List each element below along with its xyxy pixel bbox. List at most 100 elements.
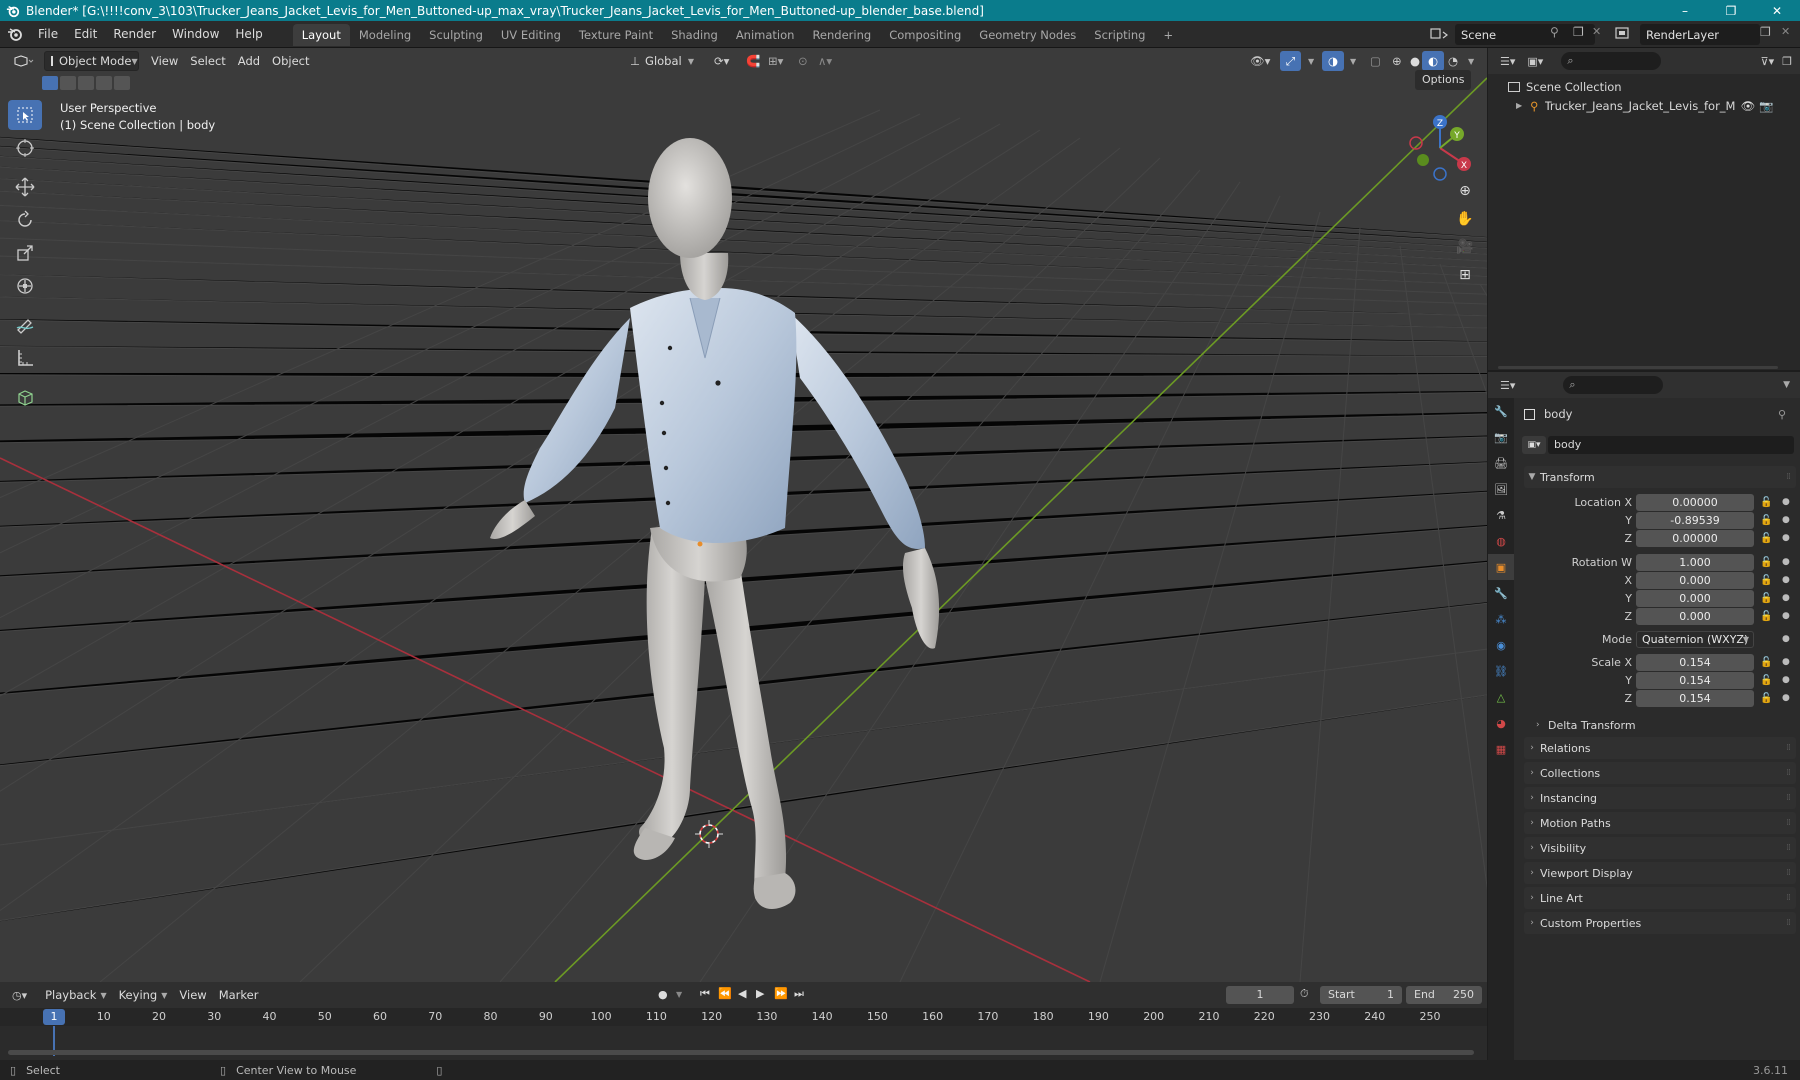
scale-tool[interactable] bbox=[8, 238, 42, 268]
lock-icon[interactable]: 🔓 bbox=[1760, 515, 1772, 526]
drag-grip-icon[interactable]: ⁞⁞ bbox=[1786, 843, 1791, 853]
timeline-menu-view[interactable]: View bbox=[173, 985, 212, 1005]
gizmo-dropdown-icon[interactable]: ▼ bbox=[1302, 51, 1320, 71]
shading-dropdown-icon[interactable]: ▼ bbox=[1462, 51, 1480, 71]
editor-type-button[interactable] bbox=[6, 51, 40, 71]
scale-y-field[interactable]: 0.154 bbox=[1636, 671, 1754, 689]
tool-tab-icon[interactable]: 🔧 bbox=[1488, 398, 1514, 424]
tab-geometry-nodes[interactable]: Geometry Nodes bbox=[970, 24, 1085, 46]
lock-icon[interactable]: 🔓 bbox=[1760, 675, 1772, 686]
tab-uv-editing[interactable]: UV Editing bbox=[492, 24, 570, 46]
tab-compositing[interactable]: Compositing bbox=[880, 24, 970, 46]
falloff-icon[interactable]: ∧▾ bbox=[812, 51, 838, 71]
location-y-field[interactable]: -0.89539 bbox=[1636, 511, 1754, 529]
material-shading-icon[interactable]: ◐ bbox=[1422, 51, 1445, 71]
new-view-layer-icon[interactable]: ❐ bbox=[1760, 25, 1771, 39]
select-box-tool[interactable] bbox=[8, 100, 42, 130]
select-extend-icon[interactable] bbox=[60, 76, 76, 90]
filter-icon[interactable]: ⊽▾ bbox=[1761, 55, 1775, 68]
select-invert-icon[interactable] bbox=[96, 76, 112, 90]
drag-grip-icon[interactable]: ⁞⁞ bbox=[1786, 893, 1791, 903]
particles-tab-icon[interactable]: ⁂ bbox=[1488, 606, 1514, 632]
delete-view-layer-icon[interactable]: ✕ bbox=[1781, 25, 1790, 38]
instancing-panel-header[interactable]: › Instancing ⁞⁞ bbox=[1524, 787, 1796, 809]
record-dropdown-icon[interactable]: ▼ bbox=[676, 990, 682, 999]
pin-icon[interactable]: ⚲ bbox=[1778, 408, 1786, 421]
scale-z-field[interactable]: 0.154 bbox=[1636, 689, 1754, 707]
lock-icon[interactable]: 🔓 bbox=[1760, 611, 1772, 622]
proportional-edit-icon[interactable]: ⊙ bbox=[792, 51, 814, 71]
viewport-menu-object[interactable]: Object bbox=[266, 51, 315, 71]
tab-sculpting[interactable]: Sculpting bbox=[420, 24, 492, 46]
keyframe-dot-icon[interactable]: ● bbox=[1782, 593, 1790, 603]
menu-render[interactable]: Render bbox=[105, 21, 164, 48]
jump-keyframe-forward-icon[interactable]: ⏩ bbox=[774, 987, 788, 1000]
3d-viewport[interactable]: Object Mode ▼ View Select Add Object ⊥ G… bbox=[0, 48, 1487, 982]
perspective-toggle-icon[interactable]: ⊞ bbox=[1452, 262, 1478, 288]
current-frame-field[interactable]: 1 bbox=[1226, 986, 1294, 1004]
minimize-button[interactable]: – bbox=[1662, 0, 1708, 21]
lock-icon[interactable]: 🔓 bbox=[1760, 557, 1772, 568]
xray-icon[interactable]: ▢ bbox=[1364, 51, 1387, 71]
start-frame-field[interactable]: Start 1 bbox=[1320, 986, 1402, 1004]
jump-end-icon[interactable]: ⏭ bbox=[794, 987, 804, 1001]
tab-scripting[interactable]: Scripting bbox=[1085, 24, 1154, 46]
timeline-menu-marker[interactable]: Marker bbox=[213, 985, 265, 1005]
keyframe-dot-icon[interactable]: ● bbox=[1782, 557, 1790, 567]
jump-start-icon[interactable]: ⏮ bbox=[700, 987, 710, 1001]
transform-tool[interactable] bbox=[8, 271, 42, 301]
outliner-row-object[interactable]: ▶ ⚲ Trucker_Jeans_Jacket_Levis_for_Men_B… bbox=[1488, 96, 1800, 115]
keyframe-dot-icon[interactable]: ● bbox=[1782, 634, 1790, 644]
outliner-row-scene-collection[interactable]: Scene Collection bbox=[1488, 77, 1800, 96]
overlay-dropdown-icon[interactable]: ▼ bbox=[1344, 51, 1362, 71]
rotation-mode-dropdown[interactable]: Quaternion (WXYZ) ▼ bbox=[1636, 630, 1754, 648]
menu-file[interactable]: File bbox=[30, 21, 66, 48]
view-layer-selector[interactable]: RenderLayer bbox=[1640, 24, 1760, 45]
eye-visibility-icon[interactable]: 👁 bbox=[1741, 99, 1756, 113]
modifier-tab-icon[interactable]: 🔧 bbox=[1488, 580, 1514, 606]
menu-help[interactable]: Help bbox=[227, 21, 270, 48]
stopwatch-icon[interactable]: ⏱ bbox=[1300, 987, 1309, 1001]
keyframe-dot-icon[interactable]: ● bbox=[1782, 693, 1790, 703]
cursor-tool[interactable] bbox=[8, 133, 42, 163]
tab-layout[interactable]: Layout bbox=[292, 24, 350, 46]
lock-icon[interactable]: 🔓 bbox=[1760, 533, 1772, 544]
snap-target-icon[interactable]: ⊞▾ bbox=[762, 51, 789, 71]
viewport-menu-select[interactable]: Select bbox=[184, 51, 231, 71]
keyframe-dot-icon[interactable]: ● bbox=[1782, 515, 1790, 525]
record-icon[interactable]: ● bbox=[658, 988, 668, 1001]
select-subtract-icon[interactable] bbox=[78, 76, 94, 90]
view-layer-tab-icon[interactable]: 🖼 bbox=[1488, 476, 1514, 502]
tab-modeling[interactable]: Modeling bbox=[350, 24, 420, 46]
new-collection-icon[interactable]: ❐ bbox=[1782, 55, 1792, 68]
timeline-ruler[interactable]: 10 20 30 40 50 60 70 80 90 100 110 120 130 140 150 160 1… bbox=[0, 1008, 1487, 1026]
options-button[interactable]: Options bbox=[1415, 70, 1472, 90]
object-tab-icon[interactable]: ▣ bbox=[1488, 554, 1514, 580]
timeline-scrollbar[interactable] bbox=[8, 1050, 1474, 1055]
drag-grip-icon[interactable]: ⁞⁞ bbox=[1786, 793, 1791, 803]
keyframe-dot-icon[interactable]: ● bbox=[1782, 675, 1790, 685]
visibility-panel-header[interactable]: › Visibility ⁞⁞ bbox=[1524, 837, 1796, 859]
constraints-tab-icon[interactable]: ⛓ bbox=[1488, 658, 1514, 684]
output-tab-icon[interactable]: 🖨 bbox=[1488, 450, 1514, 476]
location-x-field[interactable]: 0.00000 bbox=[1636, 493, 1754, 511]
object-name-field[interactable]: body bbox=[1548, 436, 1794, 454]
world-tab-icon[interactable]: ◍ bbox=[1488, 528, 1514, 554]
transform-orientation-selector[interactable]: ⊥ Global ▼ bbox=[624, 51, 700, 71]
physics-tab-icon[interactable]: ◉ bbox=[1488, 632, 1514, 658]
render-tab-icon[interactable]: 📷 bbox=[1488, 424, 1514, 450]
drag-grip-icon[interactable]: ⁞⁞ bbox=[1786, 918, 1791, 928]
rotation-y-field[interactable]: 0.000 bbox=[1636, 589, 1754, 607]
transform-panel-header[interactable]: ▼ Transform ⁞⁞ bbox=[1524, 466, 1796, 488]
data-tab-icon[interactable]: △ bbox=[1488, 684, 1514, 710]
menu-window[interactable]: Window bbox=[164, 21, 227, 48]
delta-transform-row[interactable]: › Delta Transform bbox=[1514, 716, 1800, 734]
maximize-button[interactable]: ❐ bbox=[1708, 0, 1754, 21]
viewport-menu-add[interactable]: Add bbox=[232, 51, 266, 71]
drag-grip-icon[interactable]: ⁞⁞ bbox=[1786, 472, 1791, 482]
drag-grip-icon[interactable]: ⁞⁞ bbox=[1786, 768, 1791, 778]
blender-menu-icon[interactable] bbox=[0, 24, 30, 44]
select-intersect-icon[interactable] bbox=[114, 76, 130, 90]
add-workspace-button[interactable]: + bbox=[1154, 24, 1182, 46]
drag-grip-icon[interactable]: ⁞⁞ bbox=[1786, 868, 1791, 878]
